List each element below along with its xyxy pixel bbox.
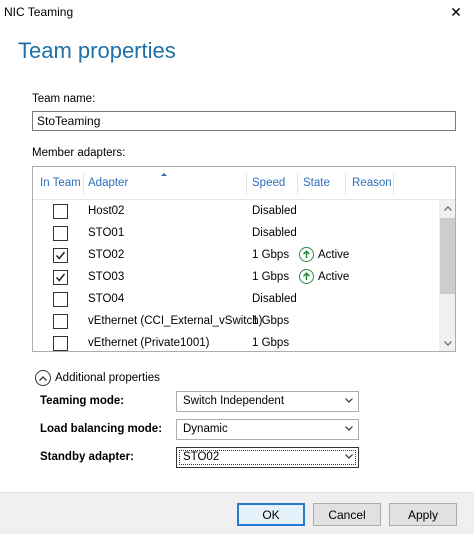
page-title: Team properties — [18, 38, 176, 63]
scrollbar-thumb[interactable] — [440, 218, 455, 294]
column-header-reason[interactable]: Reason — [352, 177, 392, 191]
adapter-speed: Disabled — [252, 227, 297, 239]
column-header-adapter[interactable]: Adapter — [88, 177, 128, 191]
chevron-down-icon — [443, 341, 452, 346]
apply-button[interactable]: Apply — [389, 503, 457, 526]
scroll-down-button[interactable] — [439, 335, 455, 351]
teaming-mode-label: Teaming mode: — [40, 395, 125, 407]
checkmark-icon — [55, 251, 66, 260]
list-header: In Team Adapter Speed State Reason — [33, 167, 455, 200]
team-name-label: Team name: — [32, 93, 96, 105]
chevron-up-circle-icon — [35, 370, 51, 386]
column-header-in-team[interactable]: In Team — [40, 177, 81, 191]
adapter-name: vEthernet (CCI_External_vSwitch) — [88, 315, 263, 327]
table-row[interactable]: STO02 1 Gbps Active — [33, 245, 439, 267]
adapter-speed: 1 Gbps — [252, 337, 290, 349]
adapter-name: STO01 — [88, 227, 125, 239]
in-team-checkbox[interactable] — [53, 292, 68, 307]
table-row[interactable]: STO04 Disabled — [33, 289, 439, 311]
chevron-up-icon — [443, 206, 452, 211]
table-row[interactable]: STO03 1 Gbps Active — [33, 267, 439, 289]
adapter-speed: Disabled — [252, 293, 297, 305]
up-arrow-circle-icon — [299, 247, 314, 262]
adapter-state: Active — [318, 249, 350, 261]
load-balancing-mode-value: Dynamic — [183, 423, 228, 435]
adapter-name: Host02 — [88, 205, 125, 217]
up-arrow-circle-icon — [299, 269, 314, 284]
adapter-name: STO02 — [88, 249, 125, 261]
table-row[interactable]: vEthernet (Private1001) 1 Gbps — [33, 333, 439, 351]
adapter-name: STO03 — [88, 271, 125, 283]
close-icon: ✕ — [450, 3, 462, 20]
adapter-speed: 1 Gbps — [252, 249, 290, 261]
focus-rectangle — [179, 450, 356, 465]
member-adapters-label: Member adapters: — [32, 147, 126, 159]
teaming-mode-value: Switch Independent — [183, 395, 285, 407]
chevron-down-icon — [345, 398, 353, 403]
in-team-checkbox[interactable] — [53, 336, 68, 351]
additional-properties-toggle[interactable]: Additional properties — [35, 369, 160, 387]
table-row[interactable]: vEthernet (CCI_External_vSwitch) 1 Gbps — [33, 311, 439, 333]
in-team-checkbox[interactable] — [53, 248, 68, 263]
in-team-checkbox[interactable] — [53, 226, 68, 241]
vertical-scrollbar[interactable] — [439, 200, 455, 351]
load-balancing-mode-select[interactable]: Dynamic — [176, 419, 359, 440]
adapter-speed: 1 Gbps — [252, 271, 290, 283]
ok-button[interactable]: OK — [237, 503, 305, 526]
table-row[interactable]: STO01 Disabled — [33, 223, 439, 245]
standby-adapter-select[interactable]: STO02 — [176, 447, 359, 468]
in-team-checkbox[interactable] — [53, 314, 68, 329]
adapter-name: STO04 — [88, 293, 125, 305]
table-row[interactable]: Host02 Disabled — [33, 201, 439, 223]
adapter-speed: Disabled — [252, 205, 297, 217]
adapter-speed: 1 Gbps — [252, 315, 290, 327]
chevron-down-icon — [345, 426, 353, 431]
close-button[interactable]: ✕ — [442, 0, 470, 24]
chevron-down-icon — [345, 454, 353, 459]
scroll-up-button[interactable] — [439, 200, 455, 217]
dialog-footer: OK Cancel Apply — [0, 492, 474, 534]
cancel-button[interactable]: Cancel — [313, 503, 381, 526]
sort-ascending-icon — [161, 173, 167, 176]
column-header-state[interactable]: State — [303, 177, 330, 191]
standby-adapter-label: Standby adapter: — [40, 451, 134, 463]
load-balancing-mode-label: Load balancing mode: — [40, 423, 163, 435]
adapter-name: vEthernet (Private1001) — [88, 337, 210, 349]
member-adapters-list[interactable]: In Team Adapter Speed State Reason Host0… — [32, 166, 456, 352]
in-team-checkbox[interactable] — [53, 270, 68, 285]
title-bar: NIC Teaming ✕ — [0, 0, 474, 24]
in-team-checkbox[interactable] — [53, 204, 68, 219]
teaming-mode-select[interactable]: Switch Independent — [176, 391, 359, 412]
window-title: NIC Teaming — [4, 5, 74, 19]
additional-properties-label: Additional properties — [55, 372, 160, 384]
checkmark-icon — [55, 273, 66, 282]
column-header-speed[interactable]: Speed — [252, 177, 285, 191]
team-name-input[interactable] — [32, 111, 456, 131]
adapter-state: Active — [318, 271, 350, 283]
